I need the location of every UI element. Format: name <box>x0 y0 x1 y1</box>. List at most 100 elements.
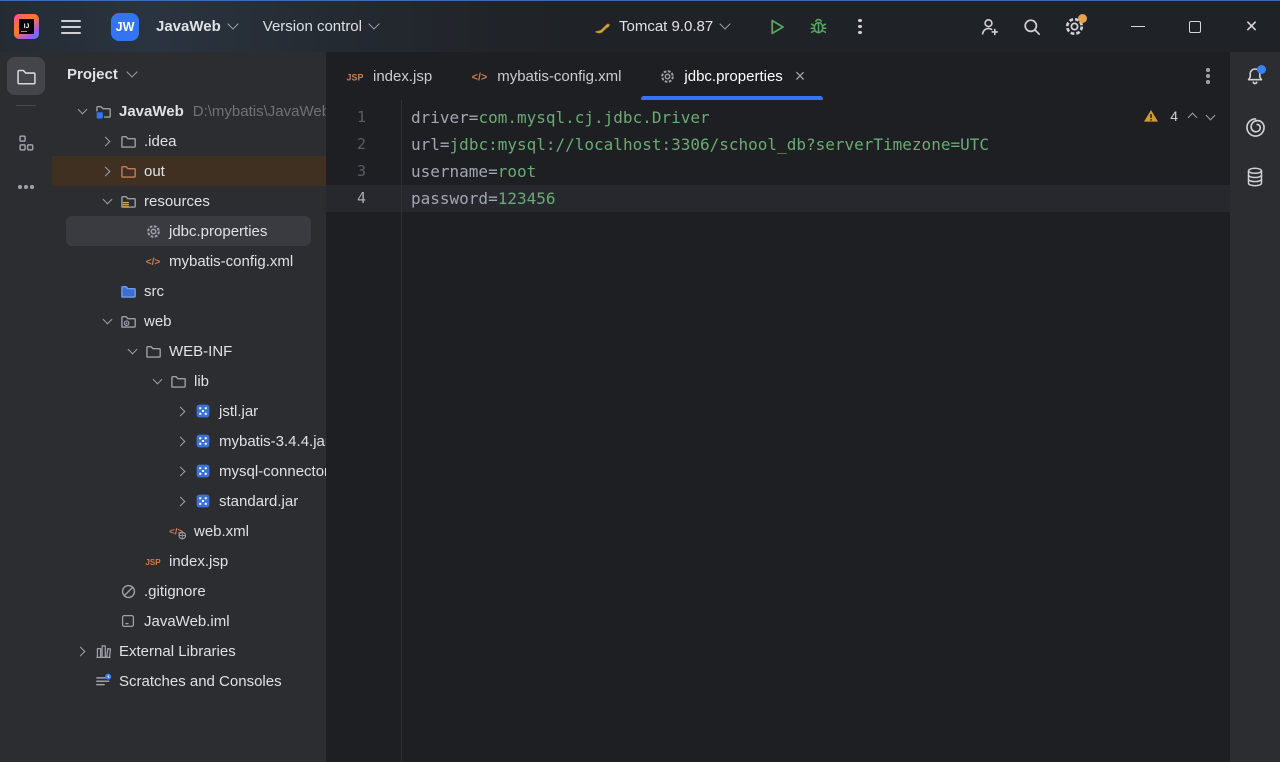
minimize-button[interactable] <box>1109 1 1166 52</box>
project-tool-window-button[interactable] <box>7 57 45 95</box>
project-panel-header[interactable]: Project <box>52 52 326 96</box>
tree-row-lib[interactable]: lib <box>52 366 326 396</box>
notifications-button[interactable] <box>1236 58 1274 96</box>
tree-item-label: mybatis-3.4.4.jar <box>219 433 326 450</box>
more-run-options-button[interactable] <box>839 7 881 47</box>
settings-button[interactable] <box>1053 7 1095 47</box>
line-number[interactable]: 3 <box>326 158 401 185</box>
editor-surface[interactable]: 1driver=com.mysql.cj.jdbc.Driver2url=jdb… <box>326 100 1230 762</box>
ignored-icon <box>119 582 137 600</box>
tree-row-.gitignore[interactable]: .gitignore <box>52 576 326 606</box>
jsp-icon: JSP <box>345 66 365 86</box>
maximize-icon <box>1189 21 1201 33</box>
vcs-label: Version control <box>263 18 362 35</box>
intellij-logo-icon: IJ <box>14 14 39 39</box>
line-number[interactable]: 1 <box>326 104 401 131</box>
chevron-right-icon[interactable] <box>170 468 194 475</box>
tab-mybatis-config.xml[interactable]: </>mybatis-config.xml <box>451 52 640 100</box>
kebab-menu-icon <box>1206 74 1210 78</box>
tree-row-resources[interactable]: resources <box>52 186 326 216</box>
tree-row-mybatis-3.4.4.jar[interactable]: mybatis-3.4.4.jar <box>52 426 326 456</box>
previous-problem-icon[interactable] <box>1188 113 1198 123</box>
tab-label: index.jsp <box>373 68 432 85</box>
code-text: username=root <box>401 158 536 185</box>
tree-row-jstl.jar[interactable]: jstl.jar <box>52 396 326 426</box>
close-window-button[interactable]: × <box>1223 1 1280 52</box>
tree-row-.idea[interactable]: .idea <box>52 126 326 156</box>
line-number[interactable]: 2 <box>326 131 401 158</box>
code-with-me-button[interactable] <box>969 7 1011 47</box>
gear-icon <box>144 222 162 240</box>
editor-pane: JSP index.jsp </>mybatis-config.xmljdbc.pr… <box>326 52 1230 762</box>
tree-row-jdbc.properties[interactable]: jdbc.properties <box>52 216 326 246</box>
tree-row-web-inf[interactable]: WEB-INF <box>52 336 326 366</box>
tree-row-javaweb[interactable]: JavaWeb D:\mybatis\JavaWeb <box>52 96 326 126</box>
close-tab-icon[interactable]: × <box>795 67 806 85</box>
database-button[interactable] <box>1236 158 1274 196</box>
tree-item-label: External Libraries <box>119 643 236 660</box>
main-area: Project JavaWeb D:\mybatis\JavaWeb .ideaou… <box>0 52 1280 762</box>
more-tool-windows-button[interactable] <box>7 168 45 206</box>
tree-item-label: JavaWeb <box>119 103 184 120</box>
close-icon: × <box>1245 16 1257 37</box>
chevron-right-icon[interactable] <box>170 408 194 415</box>
line-number[interactable]: 4 <box>326 185 401 212</box>
chevron-down-icon[interactable] <box>95 319 119 323</box>
chevron-down-icon[interactable] <box>70 109 94 113</box>
structure-tool-window-button[interactable] <box>7 124 45 162</box>
run-config-selector[interactable]: Tomcat 9.0.87 <box>588 14 735 39</box>
chevron-down-icon[interactable] <box>95 199 119 203</box>
chevron-right-icon[interactable] <box>95 138 119 145</box>
chevron-right-icon[interactable] <box>170 498 194 505</box>
chevron-down-icon <box>126 66 137 77</box>
folder-web-icon <box>119 312 137 330</box>
chevron-right-icon[interactable] <box>95 168 119 175</box>
chevron-right-icon[interactable] <box>70 648 94 655</box>
tree-item-label: standard.jar <box>219 493 298 510</box>
tree-item-label: jstl.jar <box>219 403 258 420</box>
tree-row-mybatis-config.xml[interactable]: </>mybatis-config.xml <box>52 246 326 276</box>
project-path: D:\mybatis\JavaWeb <box>193 103 326 120</box>
tree-row-standard.jar[interactable]: standard.jar <box>52 486 326 516</box>
tree-row-src[interactable]: src <box>52 276 326 306</box>
tree-item-label: mybatis-config.xml <box>169 253 293 270</box>
inspections-widget[interactable]: 4 <box>1143 108 1214 124</box>
chevron-right-icon[interactable] <box>170 438 194 445</box>
settings-notification-dot <box>1078 14 1087 23</box>
code-line-1: 1driver=com.mysql.cj.jdbc.Driver <box>326 104 1230 131</box>
jar-icon <box>194 432 212 450</box>
tree-row-scratches-and-consoles[interactable]: Scratches and Consoles <box>52 666 326 696</box>
project-name: JavaWeb <box>156 18 221 35</box>
tree-row-index.jsp[interactable]: JSPindex.jsp <box>52 546 326 576</box>
chevron-down-icon[interactable] <box>120 349 144 353</box>
tab-jdbc.properties[interactable]: jdbc.properties× <box>640 52 824 100</box>
ai-assistant-button[interactable] <box>1236 108 1274 146</box>
tree-row-web.xml[interactable]: </> web.xml <box>52 516 326 546</box>
vcs-widget[interactable]: Version control <box>257 14 384 39</box>
tree-row-web[interactable]: web <box>52 306 326 336</box>
next-problem-icon[interactable] <box>1206 110 1216 120</box>
tree-row-javaweb.iml[interactable]: JavaWeb.iml <box>52 606 326 636</box>
search-everywhere-button[interactable] <box>1011 7 1053 47</box>
tab-options-button[interactable] <box>1186 52 1230 100</box>
code-text: url=jdbc:mysql://localhost:3306/school_d… <box>401 131 989 158</box>
svg-text:</>: </> <box>472 71 487 83</box>
debug-button[interactable] <box>797 7 839 47</box>
chevron-down-icon[interactable] <box>145 379 169 383</box>
warning-count: 4 <box>1170 108 1178 124</box>
tree-item-label: web.xml <box>194 523 249 540</box>
project-switcher[interactable]: JW JavaWeb <box>105 9 243 45</box>
maximize-button[interactable] <box>1166 1 1223 52</box>
left-tool-strip <box>0 52 52 762</box>
scratches-icon <box>94 672 112 690</box>
webxml-icon: </> <box>169 522 187 540</box>
chevron-spacer <box>120 258 144 265</box>
main-menu-hamburger-icon[interactable] <box>61 20 81 34</box>
tree-row-mysql-connector-java.jar[interactable]: mysql-connector-java.jar <box>52 456 326 486</box>
tab-index.jsp[interactable]: JSP index.jsp <box>326 52 451 100</box>
xml-icon: </> <box>470 67 489 86</box>
tree-row-external-libraries[interactable]: External Libraries <box>52 636 326 666</box>
jsp-icon: JSP <box>144 552 162 570</box>
run-button[interactable] <box>755 7 797 47</box>
tree-row-out[interactable]: out <box>52 156 326 186</box>
